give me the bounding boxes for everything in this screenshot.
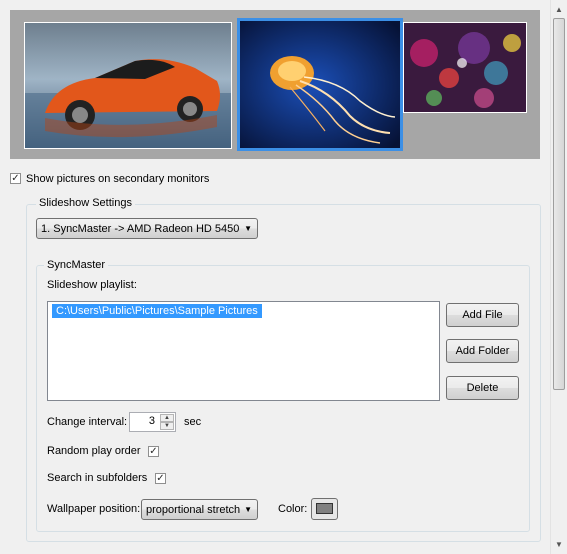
wallpaper-position-select[interactable]: proportional stretch ▼ xyxy=(141,499,258,520)
spin-down-icon[interactable]: ▼ xyxy=(160,422,174,430)
secondary-monitors-checkbox[interactable]: ✓ xyxy=(10,173,21,184)
chevron-down-icon: ▼ xyxy=(244,224,252,233)
random-order-checkbox[interactable]: ✓ xyxy=(148,446,159,457)
add-file-button[interactable]: Add File xyxy=(446,303,519,327)
delete-button[interactable]: Delete xyxy=(446,376,519,400)
car-wallpaper-image xyxy=(25,23,231,148)
secondary-monitors-label: Show pictures on secondary monitors xyxy=(26,173,210,185)
checkmark-icon: ✓ xyxy=(11,173,20,184)
monitor-select[interactable]: 1. SyncMaster -> AMD Radeon HD 5450 ▼ xyxy=(36,218,258,239)
abstract-wallpaper-image xyxy=(404,23,526,112)
syncmaster-group-title: SyncMaster xyxy=(44,259,109,271)
jellyfish-wallpaper-image xyxy=(240,21,400,148)
vertical-scrollbar[interactable]: ▲ ▼ xyxy=(550,0,567,554)
interval-unit: sec xyxy=(184,416,202,428)
playlist-listbox[interactable]: C:\Users\Public\Pictures\Sample Pictures xyxy=(47,301,440,401)
wallpaper-position-value: proportional stretch xyxy=(146,503,241,516)
checkmark-icon: ✓ xyxy=(149,446,158,457)
add-folder-button[interactable]: Add Folder xyxy=(446,339,519,363)
random-order-label: Random play order xyxy=(47,445,141,457)
color-picker-button[interactable] xyxy=(311,498,338,520)
monitor-thumbnail-abstract[interactable] xyxy=(403,22,527,113)
interval-spinner[interactable]: 3 ▲ ▼ xyxy=(129,412,176,432)
interval-label: Change interval: xyxy=(47,416,128,428)
playlist-item[interactable]: C:\Users\Public\Pictures\Sample Pictures xyxy=(52,304,262,318)
playlist-label: Slideshow playlist: xyxy=(47,279,137,291)
scrollbar-thumb[interactable] xyxy=(553,18,565,390)
monitor-thumbnail-car[interactable] xyxy=(24,22,232,149)
checkmark-icon: ✓ xyxy=(156,473,165,484)
interval-value[interactable]: 3 xyxy=(149,415,155,427)
subfolders-label: Search in subfolders xyxy=(47,472,148,484)
scroll-down-icon[interactable]: ▼ xyxy=(551,536,567,553)
wallpaper-position-label: Wallpaper position: xyxy=(47,503,141,515)
slideshow-settings-title: Slideshow Settings xyxy=(36,197,135,209)
color-label: Color: xyxy=(278,503,308,515)
color-swatch xyxy=(316,503,333,514)
monitor-select-value: 1. SyncMaster -> AMD Radeon HD 5450 xyxy=(41,222,240,235)
chevron-down-icon: ▼ xyxy=(244,505,252,514)
subfolders-checkbox[interactable]: ✓ xyxy=(155,473,166,484)
monitor-preview-area xyxy=(10,10,540,159)
scroll-up-icon[interactable]: ▲ xyxy=(551,1,567,18)
monitor-thumbnail-jellyfish[interactable] xyxy=(237,18,403,151)
spin-up-icon[interactable]: ▲ xyxy=(160,414,174,422)
